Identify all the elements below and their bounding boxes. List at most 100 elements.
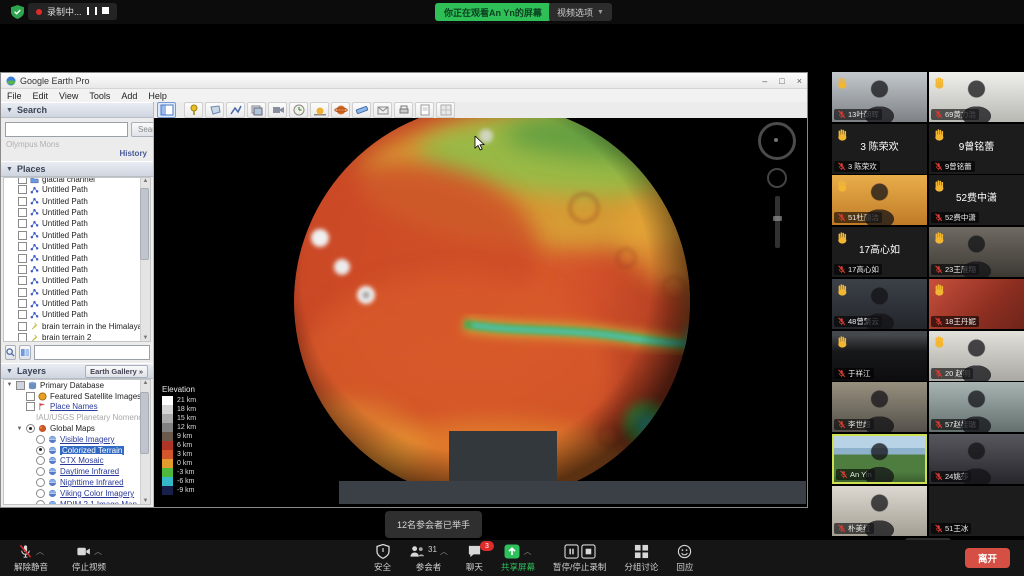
radio-icon[interactable] xyxy=(36,435,45,444)
places-item[interactable]: Untitled Path xyxy=(4,230,141,241)
reactions-button[interactable]: 回应 xyxy=(676,540,693,576)
places-filter-input[interactable] xyxy=(34,345,150,360)
email-icon[interactable] xyxy=(373,102,392,118)
places-item[interactable]: Untitled Path xyxy=(4,218,141,229)
places-panel-header[interactable]: ▼ Places xyxy=(1,161,153,177)
participant-tile[interactable]: 20 赵明 xyxy=(929,331,1024,381)
participant-tile[interactable]: 17高心如17高心如 xyxy=(832,227,927,277)
layers-item[interactable]: CTX Mosaic xyxy=(4,456,141,467)
participant-tile-active-speaker[interactable]: An Yin xyxy=(832,434,927,484)
participants-button[interactable]: 31︿参会者 xyxy=(409,540,448,576)
breakout-button[interactable]: 分组讨论 xyxy=(624,540,658,576)
menu-add[interactable]: Add xyxy=(121,91,137,101)
layers-item-selected[interactable]: Colorized Terrain xyxy=(4,445,141,456)
participant-tile[interactable]: 57赵桂瑞 xyxy=(929,382,1024,432)
record-tour-icon[interactable] xyxy=(268,102,287,118)
menu-help[interactable]: Help xyxy=(148,91,167,101)
add-placemark-icon[interactable] xyxy=(184,102,203,118)
places-search-icon[interactable] xyxy=(5,345,16,360)
menu-file[interactable]: File xyxy=(7,91,22,101)
chevron-up-icon[interactable]: ︿ xyxy=(523,546,531,557)
pause-recording-icon[interactable] xyxy=(87,7,97,17)
layers-item[interactable]: Viking Color Imagery xyxy=(4,488,141,499)
participant-tile[interactable]: 朴美红 xyxy=(832,486,927,536)
print-icon[interactable] xyxy=(394,102,413,118)
menu-edit[interactable]: Edit xyxy=(33,91,49,101)
add-polygon-icon[interactable] xyxy=(205,102,224,118)
radio-icon[interactable] xyxy=(36,489,45,498)
places-item[interactable]: Untitled Path xyxy=(4,241,141,252)
participant-tile[interactable]: 69黄力浩 xyxy=(929,72,1024,122)
layers-panel-header[interactable]: ▼ Layers Earth Gallery » xyxy=(1,363,153,379)
video-options-button[interactable]: 视频选项 ▼ xyxy=(549,3,612,21)
places-item[interactable]: Untitled Path xyxy=(4,252,141,263)
share-screen-button[interactable]: ︿共享屏幕 xyxy=(501,540,535,576)
checkbox-icon[interactable] xyxy=(18,242,27,251)
participant-tile[interactable]: 3 陈荣欢3 陈荣欢 xyxy=(832,124,927,174)
checkbox-icon[interactable] xyxy=(18,231,27,240)
earth-gallery-button[interactable]: Earth Gallery » xyxy=(85,365,148,378)
ruler-icon[interactable] xyxy=(352,102,371,118)
zoom-slider[interactable] xyxy=(775,196,780,248)
radio-icon[interactable] xyxy=(36,456,45,465)
menu-tools[interactable]: Tools xyxy=(89,91,110,101)
chevron-up-icon[interactable]: ︿ xyxy=(440,546,448,557)
participant-tile[interactable]: 51杜丽洁 xyxy=(832,175,927,225)
places-item[interactable]: brain terrain in the Himalaya xyxy=(4,321,141,332)
expander-open-icon[interactable]: ▼ xyxy=(16,426,23,432)
layers-item[interactable]: Nighttime Infrared xyxy=(4,477,141,488)
search-panel-header[interactable]: ▼ Search xyxy=(1,102,153,118)
participant-tile[interactable]: 23王雁翔 xyxy=(929,227,1024,277)
layers-item[interactable]: Daytime Infrared xyxy=(4,466,141,477)
participant-tile[interactable]: 于祥江 xyxy=(832,331,927,381)
look-joystick[interactable] xyxy=(767,168,787,188)
checkbox-icon[interactable] xyxy=(18,197,27,206)
navigation-controls[interactable] xyxy=(757,122,797,248)
stop-recording-icon[interactable] xyxy=(102,7,109,16)
leave-button[interactable]: 离开 xyxy=(965,548,1010,568)
checkbox-icon[interactable] xyxy=(18,299,27,308)
planet-switcher-icon[interactable] xyxy=(331,102,350,118)
layers-item[interactable]: ▼Primary Database xyxy=(4,380,141,391)
checkbox-icon[interactable] xyxy=(18,265,27,274)
checkbox-icon[interactable] xyxy=(26,402,35,411)
places-item[interactable]: brain terrain 2 xyxy=(4,332,141,342)
unmute-button[interactable]: ︿解除静音 xyxy=(14,540,48,576)
sunlight-icon[interactable] xyxy=(310,102,329,118)
checkbox-icon[interactable] xyxy=(18,333,27,342)
participant-tile[interactable]: 9曾铭蕾9曾铭蕾 xyxy=(929,124,1024,174)
recording-controls-button[interactable]: 暂停/停止录制 xyxy=(553,540,606,576)
chevron-up-icon[interactable]: ︿ xyxy=(94,546,102,557)
participant-tile[interactable]: 13叶朝晖 xyxy=(832,72,927,122)
participant-tile[interactable]: 48曾繁云 xyxy=(832,279,927,329)
sidebar-toggle-icon[interactable] xyxy=(157,102,176,118)
checkbox-partial-icon[interactable] xyxy=(16,381,25,390)
layers-item[interactable]: ▼Global Maps xyxy=(4,423,141,434)
checkbox-icon[interactable] xyxy=(18,310,27,319)
security-button[interactable]: 安全 xyxy=(374,540,391,576)
participant-tile[interactable]: 李世超 xyxy=(832,382,927,432)
participant-tile[interactable]: 24姚莎 xyxy=(929,434,1024,484)
layers-scrollbar-thumb[interactable] xyxy=(140,392,149,454)
mars-3d-view[interactable]: Elevation 21 km18 km15 km12 km9 km6 km3 … xyxy=(154,118,807,507)
search-input[interactable] xyxy=(5,122,128,137)
places-item[interactable]: Untitled Path xyxy=(4,287,141,298)
close-icon[interactable]: × xyxy=(797,76,802,86)
checkbox-icon[interactable] xyxy=(26,392,35,401)
layers-item[interactable]: Featured Satellite Images xyxy=(4,391,141,402)
radio-icon[interactable] xyxy=(36,500,45,505)
layers-item[interactable]: Place Names xyxy=(4,402,141,413)
checkbox-icon[interactable] xyxy=(18,288,27,297)
radio-on-icon[interactable] xyxy=(36,446,45,455)
search-button[interactable]: Search xyxy=(131,122,154,137)
places-item[interactable]: Untitled Path xyxy=(4,298,141,309)
ge-titlebar[interactable]: Google Earth Pro –□× xyxy=(1,73,807,89)
participant-tile[interactable]: 52费中潇52费中潇 xyxy=(929,175,1024,225)
places-item[interactable]: Untitled Path xyxy=(4,184,141,195)
add-path-icon[interactable] xyxy=(226,102,245,118)
layers-item[interactable]: Visible Imagery xyxy=(4,434,141,445)
checkbox-icon[interactable] xyxy=(18,254,27,263)
save-image-icon[interactable] xyxy=(415,102,434,118)
checkbox-icon[interactable] xyxy=(18,322,27,331)
places-item[interactable]: Untitled Path xyxy=(4,309,141,320)
